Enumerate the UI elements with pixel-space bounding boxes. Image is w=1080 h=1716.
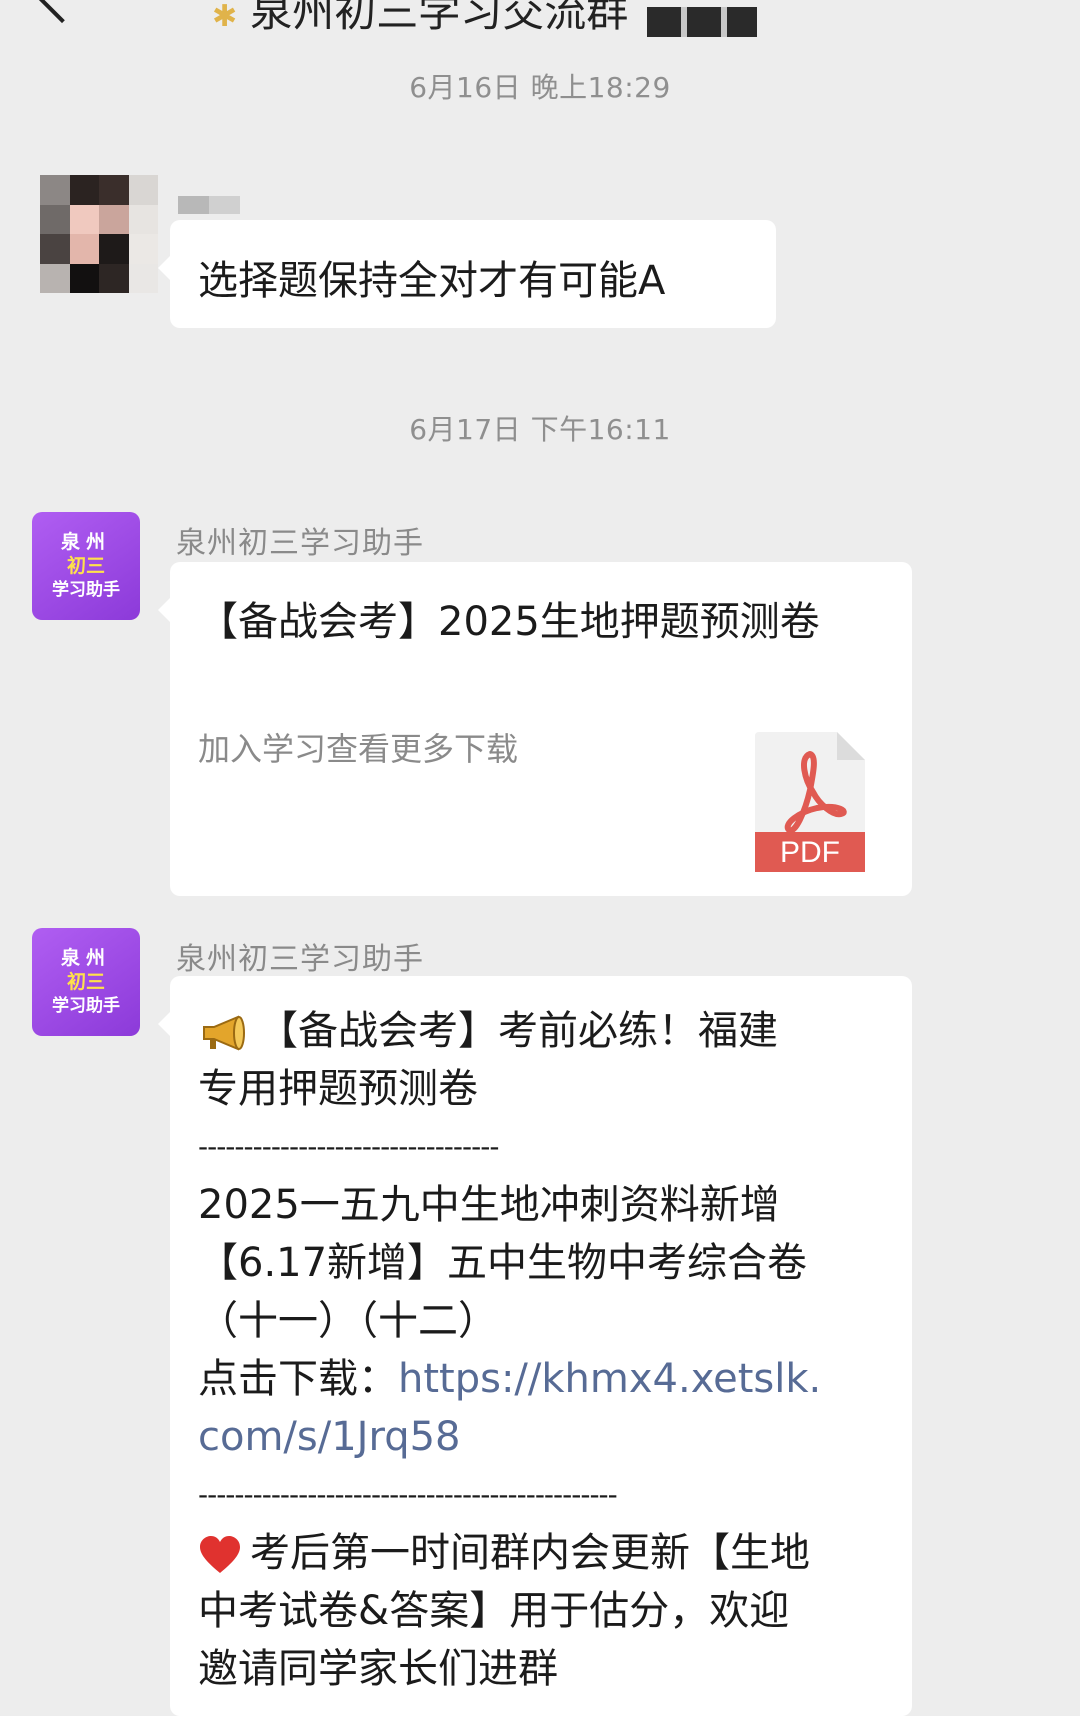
message-text-block: 【备战会考】考前必练！福建 专用押题预测卷 ------------------… <box>198 1002 878 1698</box>
group-badge-icon: ✱ <box>212 0 238 34</box>
message-text: 选择题保持全对才有可能A <box>198 258 666 304</box>
heart-icon <box>200 1536 240 1573</box>
avatar[interactable] <box>40 175 158 293</box>
message-line: 【备战会考】考前必练！福建 <box>198 1002 878 1060</box>
avatar[interactable]: 泉州 初三 学习助手 <box>32 928 140 1036</box>
message-line: 中考试卷&答案】用于估分，欢迎 <box>198 1588 790 1634</box>
message-line: 专用押题预测卷 <box>198 1066 478 1112</box>
avatar-text: 学习助手 <box>52 580 120 600</box>
megaphone-icon <box>203 1015 245 1051</box>
pdf-icon: PDF <box>755 732 865 872</box>
timestamp: 6月16日 晚上18:29 <box>409 71 671 104</box>
avatar-text: 泉州 <box>60 531 111 553</box>
message-divider: ----------------------------------------… <box>198 1478 618 1511</box>
message-line: 【6.17新增】五中生物中考综合卷 <box>198 1240 808 1286</box>
download-label: 点击下载： <box>198 1356 398 1402</box>
avatar-text: 初三 <box>66 971 105 993</box>
back-icon[interactable] <box>30 0 94 24</box>
message-line: 点击下载：https://khmx4.xetslk. <box>198 1350 878 1408</box>
sender-name: 泉州初三学习助手 <box>176 942 424 977</box>
chat-title-wrap: ✱ 泉州初三学习交流群 <box>212 0 758 39</box>
message-line: 2025一五九中生地冲刺资料新增 <box>198 1182 780 1228</box>
download-link[interactable]: com/s/1Jrq58 <box>198 1408 878 1466</box>
file-card-message[interactable]: 【备战会考】2025生地押题预测卷 加入学习查看更多下载 PDF <box>158 562 912 896</box>
file-card-title: 【备战会考】2025生地押题预测卷 <box>198 599 820 645</box>
avatar-text: 泉州 <box>60 947 111 969</box>
avatar[interactable]: 泉州 初三 学习助手 <box>32 512 140 620</box>
pdf-label: PDF <box>780 836 840 869</box>
redacted-sender-name <box>178 196 240 214</box>
message-line: 邀请同学家长们进群 <box>198 1646 558 1692</box>
top-bar: ✱ 泉州初三学习交流群 <box>0 0 1080 60</box>
message-bubble[interactable]: 选择题保持全对才有可能A <box>158 220 776 328</box>
avatar-text: 学习助手 <box>52 996 120 1016</box>
redacted-member-count <box>647 6 758 37</box>
message-bubble[interactable]: 【备战会考】考前必练！福建 专用押题预测卷 ------------------… <box>158 976 912 1716</box>
avatar-text: 初三 <box>66 555 105 577</box>
message-line-text: 考后第一时间群内会更新【生地 <box>250 1530 810 1576</box>
message-line-text: 【备战会考】考前必练！福建 <box>258 1008 778 1054</box>
message-line: 考后第一时间群内会更新【生地 <box>198 1524 878 1582</box>
message-line: （十一）（十二） <box>198 1298 498 1344</box>
chat-title: 泉州初三学习交流群 <box>250 0 629 36</box>
file-card-description: 加入学习查看更多下载 <box>198 730 519 768</box>
timestamp: 6月17日 下午16:11 <box>409 413 671 446</box>
download-link[interactable]: https://khmx4.xetslk. <box>398 1356 821 1402</box>
sender-name: 泉州初三学习助手 <box>176 526 424 561</box>
message-divider: --------------------------------- <box>198 1130 499 1163</box>
